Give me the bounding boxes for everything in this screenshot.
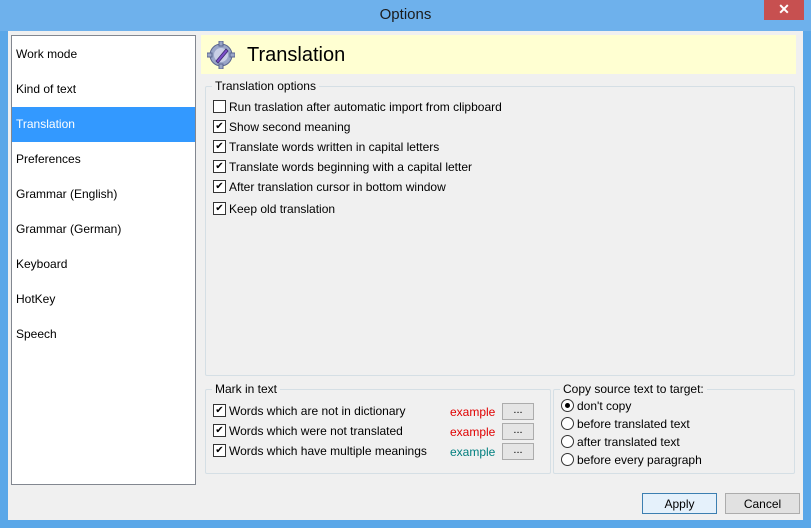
gear-pencil-icon — [207, 41, 235, 69]
sidebar-item-work-mode[interactable]: Work mode — [12, 37, 195, 72]
checkbox[interactable]: ✔ — [213, 180, 226, 194]
checkbox-label: Show second meaning — [229, 120, 351, 134]
sidebar-item-keyboard[interactable]: Keyboard — [12, 247, 195, 282]
title-bar[interactable]: Options ✕ — [0, 0, 811, 31]
group-label: Copy source text to target: — [560, 382, 707, 396]
radio-before-every-paragraph[interactable]: before every paragraph — [561, 453, 702, 469]
example-not-translated: example — [450, 425, 496, 439]
checkbox-label: After translation cursor in bottom windo… — [229, 180, 446, 194]
radio-button[interactable] — [561, 435, 574, 449]
sidebar-item-kind-of-text[interactable]: Kind of text — [12, 72, 195, 107]
checkbox-label: Words which were not translated — [229, 424, 403, 438]
checkbox-label: Words which are not in dictionary — [229, 404, 406, 418]
example-not-in-dictionary: example — [450, 405, 496, 419]
checkbox[interactable] — [213, 100, 226, 114]
options-window: Options ✕ Work mode Kind of text Transla… — [0, 0, 811, 528]
checkbox[interactable]: ✔ — [213, 444, 226, 458]
radio-dont-copy[interactable]: don't copy — [561, 399, 631, 415]
sidebar-item-speech[interactable]: Speech — [12, 317, 195, 352]
option-capital-letters[interactable]: ✔ Translate words written in capital lett… — [213, 140, 439, 156]
category-list[interactable]: Work mode Kind of text Translation Prefe… — [11, 35, 196, 485]
group-label: Mark in text — [212, 382, 281, 396]
option-beginning-capital[interactable]: ✔ Translate words beginning with a capita… — [213, 160, 472, 176]
window-title: Options — [379, 6, 432, 23]
sidebar-item-grammar-german[interactable]: Grammar (German) — [12, 212, 195, 247]
checkbox-label: Translate words beginning with a capital… — [229, 160, 473, 174]
option-keep-old[interactable]: ✔ Keep old translation — [213, 202, 335, 218]
radio-button[interactable] — [561, 417, 574, 431]
radio-label: after translated text — [577, 435, 680, 449]
example-multiple-meanings: example — [450, 445, 496, 459]
option-show-second-meaning[interactable]: ✔ Show second meaning — [213, 120, 350, 136]
section-title: Translation — [247, 44, 346, 66]
sidebar-item-hotkey[interactable]: HotKey — [12, 282, 195, 317]
color-picker-button[interactable]: ... — [502, 423, 534, 440]
color-picker-button[interactable]: ... — [502, 443, 534, 460]
checkbox[interactable]: ✔ — [213, 160, 226, 174]
sidebar-item-translation[interactable]: Translation — [12, 107, 195, 142]
mark-not-translated[interactable]: ✔ Words which were not translated — [213, 424, 403, 440]
color-picker-button[interactable]: ... — [502, 403, 534, 420]
mark-not-in-dictionary[interactable]: ✔ Words which are not in dictionary — [213, 404, 406, 420]
option-cursor-bottom[interactable]: ✔ After translation cursor in bottom wind… — [213, 180, 446, 196]
checkbox-label: Run traslation after automatic import fr… — [229, 100, 502, 114]
checkbox[interactable]: ✔ — [213, 404, 226, 418]
checkbox-label: Keep old translation — [229, 202, 336, 216]
radio-after-translated[interactable]: after translated text — [561, 435, 680, 451]
group-label: Translation options — [212, 79, 319, 93]
dialog-body: Work mode Kind of text Translation Prefe… — [8, 31, 803, 520]
radio-button[interactable] — [561, 453, 574, 467]
radio-label: don't copy — [577, 399, 632, 413]
checkbox[interactable]: ✔ — [213, 120, 226, 134]
checkbox[interactable]: ✔ — [213, 424, 226, 438]
radio-before-translated[interactable]: before translated text — [561, 417, 690, 433]
checkbox[interactable]: ✔ — [213, 140, 226, 154]
apply-button[interactable]: Apply — [642, 493, 717, 514]
radio-label: before translated text — [577, 417, 690, 431]
checkbox-label: Words which have multiple meanings — [229, 444, 427, 458]
sidebar-item-preferences[interactable]: Preferences — [12, 142, 195, 177]
mark-multiple-meanings[interactable]: ✔ Words which have multiple meanings — [213, 444, 427, 460]
sidebar-item-grammar-english[interactable]: Grammar (English) — [12, 177, 195, 212]
close-button[interactable]: ✕ — [764, 0, 804, 20]
checkbox[interactable]: ✔ — [213, 202, 226, 216]
radio-button[interactable] — [561, 399, 574, 413]
option-run-after-import[interactable]: Run traslation after automatic import fr… — [213, 100, 502, 116]
cancel-button[interactable]: Cancel — [725, 493, 800, 514]
radio-label: before every paragraph — [577, 453, 702, 467]
section-header: Translation — [201, 35, 796, 74]
checkbox-label: Translate words written in capital lette… — [229, 140, 440, 154]
